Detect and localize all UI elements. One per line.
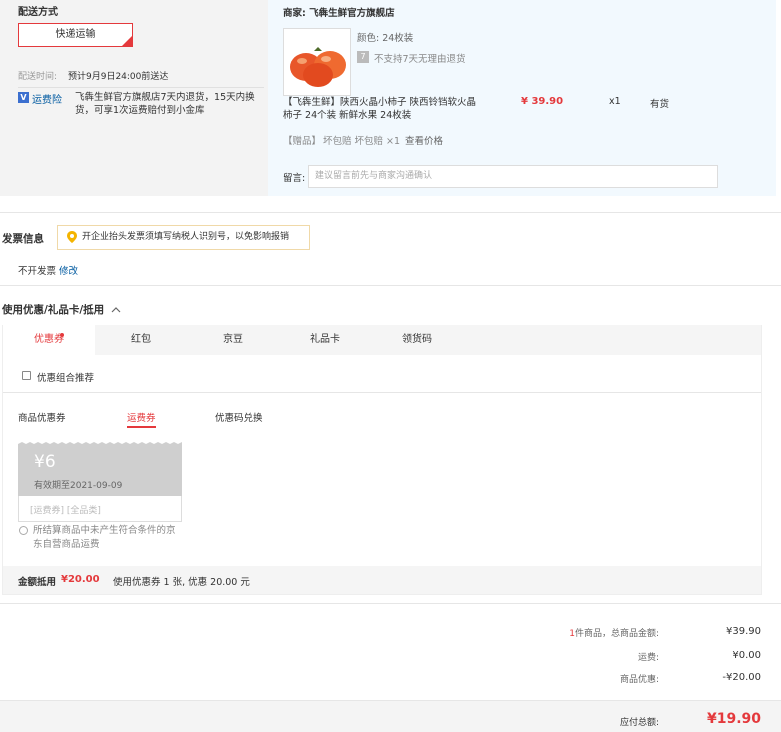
discount-title: 使用优惠/礼品卡/抵用 [2, 304, 105, 316]
delivery-time-label: 配送时间: [18, 72, 58, 82]
product-title-link[interactable]: 【飞犇生鲜】陕西火晶小柿子 陕西铃铛软火晶柿子 24个装 新鲜水果 24枚装 [283, 96, 481, 122]
coupon-amount: ¥6 [34, 452, 56, 472]
gift-text: 坏包赔 坏包赔 ×1 [323, 136, 401, 147]
delivery-time-value: 预计9月9日24:00前送达 [68, 72, 169, 82]
tab-jingdou-label: 京豆 [223, 334, 243, 345]
product-price: ¥ 39.90 [521, 96, 564, 107]
coupon-unavailable-note: 所结算商品中未产生符合条件的京东自营商品运费 [33, 525, 176, 550]
items-count-line: 1件商品，总商品金额: [520, 626, 659, 639]
freight-value: ¥0.00 [732, 650, 761, 661]
subtab-code-exchange[interactable]: 优惠码兑换 [215, 410, 263, 424]
no-return-icon: 7 [357, 51, 369, 63]
product-color: 颜色: 24枚装 [357, 33, 414, 44]
gift-tag: 【赠品】 [283, 136, 322, 147]
coupon-tags: [运费券] [全品类] [30, 506, 101, 516]
store-name: 商家: 飞犇生鲜官方旗舰店 [283, 8, 395, 19]
divider [0, 212, 781, 213]
payable-label: 应付总额: [619, 718, 659, 728]
note-input[interactable]: 建议留言前先与商家沟通确认 [308, 165, 718, 188]
subtab-freight-coupon[interactable]: 运费券 [127, 410, 156, 428]
chevron-up-icon [111, 304, 121, 316]
shipping-method-option[interactable]: 快递运输 [18, 23, 133, 47]
items-label: 件商品，总商品金额: [574, 629, 659, 639]
tab-red-packet-label: 红包 [131, 334, 151, 345]
invoice-tip-text: 开企业抬头发票须填写纳税人识别号，以免影响报销 [82, 232, 290, 242]
new-dot-indicator [60, 333, 64, 337]
tab-red-packet[interactable]: 红包 [95, 325, 187, 355]
subtab-product-coupon[interactable]: 商品优惠券 [18, 410, 66, 424]
product-discount-label: 商品优惠: [619, 675, 659, 685]
insurance-description: 飞犇生鲜官方旗舰店7天内退货，15天内换货，可享1次运费赔付到小金库 [75, 92, 255, 116]
no-return-text: 不支持7天无理由退货 [374, 54, 466, 65]
coupon-card-footer: [运费券] [全品类] [18, 496, 182, 522]
tab-redeem-code[interactable]: 领货码 [371, 325, 463, 355]
divider [3, 392, 761, 393]
shipping-method-label: 快递运输 [55, 29, 96, 40]
coupon-radio[interactable] [19, 526, 28, 535]
location-pin-icon [67, 231, 77, 243]
combo-recommend-label: 优惠组合推荐 [37, 373, 95, 384]
discount-section-toggle[interactable]: 使用优惠/礼品卡/抵用 [2, 302, 121, 317]
combo-recommend-checkbox[interactable] [22, 371, 31, 380]
gift-price-link[interactable]: 查看价格 [405, 133, 443, 147]
discount-summary-label: 金额抵用 [18, 577, 57, 588]
shipping-title: 配送方式 [18, 7, 58, 18]
tab-gift-card-label: 礼品卡 [310, 334, 340, 345]
payable-value: ¥19.90 [706, 711, 761, 727]
invoice-tip: 开企业抬头发票须填写纳税人识别号，以免影响报销 [57, 225, 310, 250]
product-thumbnail[interactable] [283, 28, 351, 96]
tab-jingdou[interactable]: 京豆 [187, 325, 279, 355]
discount-summary-amount: ¥20.00 [61, 574, 100, 585]
note-label: 留言: [283, 173, 306, 184]
discount-summary-text: 使用优惠券 1 张, 优惠 20.00 元 [113, 577, 250, 588]
invoice-title: 发票信息 [2, 233, 44, 245]
freight-insurance-link[interactable]: 运费险 [32, 91, 62, 106]
tab-redeem-code-label: 领货码 [402, 334, 432, 345]
tab-gift-card[interactable]: 礼品卡 [279, 325, 371, 355]
stock-status: 有货 [650, 99, 670, 110]
invoice-edit-link[interactable]: 修改 [59, 263, 78, 277]
coupon-card[interactable]: ¥6 有效期至2021-09-09 [18, 440, 182, 496]
coupon-validity: 有效期至2021-09-09 [34, 481, 123, 491]
coupon-edge-decoration [18, 440, 182, 444]
divider [0, 285, 781, 286]
freight-label: 运费: [637, 653, 659, 663]
invoice-value: 不开发票 [18, 266, 57, 277]
divider [0, 603, 781, 604]
tab-coupon[interactable]: 优惠券 [3, 325, 95, 355]
shield-icon: V [18, 92, 29, 103]
product-discount-value: -¥20.00 [722, 672, 761, 683]
product-quantity: x1 [609, 96, 621, 107]
selected-corner-icon [122, 36, 132, 46]
divider [18, 87, 264, 88]
items-total-value: ¥39.90 [726, 626, 761, 637]
